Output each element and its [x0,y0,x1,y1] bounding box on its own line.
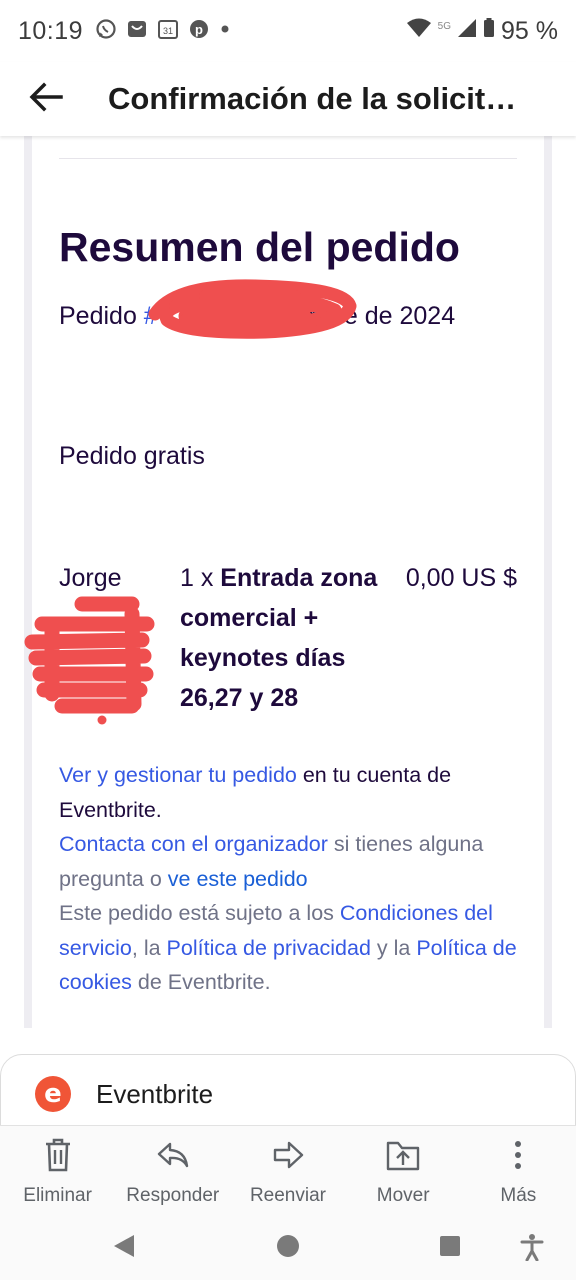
mail-app-icon [126,18,148,45]
svg-text:p: p [195,22,203,37]
content-left-border [24,136,32,1028]
sender-name: Eventbrite [96,1078,214,1109]
buyer-name: Jorge [59,564,122,592]
forward-button[interactable]: Reenviar [230,1126,345,1215]
status-right: 5G 95 % [406,17,558,46]
more-button[interactable]: Más [461,1126,576,1215]
pinterest-icon: p [188,18,210,45]
delete-label: Eliminar [23,1185,92,1206]
reply-icon [156,1138,190,1177]
network-type: 5G [437,20,452,32]
email-subject-title: Confirmación de la solicit… [108,81,517,116]
privacy-policy-link[interactable]: Política de privacidad [167,936,371,960]
ticket-price: 0,00 US $ [405,564,517,592]
email-action-bar: Eliminar Responder Reenviar Mover Más [0,1125,576,1215]
trash-icon [43,1138,73,1177]
order-date: - 26 de diciembre de 2024 [157,302,456,330]
svg-text:31: 31 [163,26,173,36]
free-order-label: Pedido gratis [59,442,205,470]
end-text: de Eventbrite. [131,970,271,994]
content-right-border [544,136,552,1028]
move-icon [385,1138,421,1177]
reply-button[interactable]: Responder [115,1126,230,1215]
and-text: y la [370,935,417,960]
footer-links: Ver y gestionar tu pedido en tu cuenta d… [59,758,529,1000]
arrow-back-icon [29,82,63,117]
status-bar: 10:19 31 p 5G 95 % [0,0,576,62]
more-vertical-icon [512,1138,524,1177]
contact-organizer-link[interactable]: Contacta con el organizador [59,832,328,856]
view-order-link[interactable]: ve este pedido [168,867,308,891]
calendar-icon: 31 [157,18,179,45]
notification-dot-icon [219,18,231,45]
nav-back-icon[interactable] [112,1233,136,1264]
comma-text: , la [131,935,167,960]
battery-icon [483,17,495,46]
forward-label: Reenviar [249,1185,326,1206]
nav-home-icon[interactable] [276,1233,300,1264]
whatsapp-icon [95,18,117,45]
redaction-scribble-name [24,596,155,725]
system-navigation-bar [0,1215,576,1280]
reply-label: Responder [126,1185,220,1206]
status-time: 10:19 [18,16,84,45]
section-divider [59,158,517,159]
eventbrite-logo-icon: e [35,1076,71,1112]
order-number-link[interactable]: # [144,302,158,330]
accessibility-icon[interactable] [520,1233,544,1266]
order-summary-heading: Resumen del pedido [59,224,460,270]
ticket-quantity: 1 x [180,564,221,592]
delete-button[interactable]: Eliminar [0,1126,115,1215]
nav-recents-icon[interactable] [438,1233,462,1264]
forward-icon [271,1138,305,1177]
order-prefix: Pedido [59,302,144,330]
terms-text: Este pedido está sujeto a los [59,901,340,925]
app-bar: Confirmación de la solicit… [0,62,576,136]
move-label: Mover [376,1185,430,1206]
ticket-item: 1 x Entrada zona comercial + keynotes dí… [180,558,400,718]
back-button[interactable] [0,62,92,136]
manage-order-link[interactable]: Ver y gestionar tu pedido [59,763,297,787]
order-info: Pedido # - 26 de diciembre de 2024 [59,296,529,336]
wifi-icon [406,17,432,46]
email-body[interactable]: Resumen del pedido Pedido # - 26 de dici… [0,136,576,1028]
signal-icon [457,17,477,46]
more-label: Más [500,1185,537,1206]
battery-percent: 95 % [501,16,558,45]
move-button[interactable]: Mover [346,1126,461,1215]
sender-card[interactable]: e Eventbrite [0,1054,576,1134]
